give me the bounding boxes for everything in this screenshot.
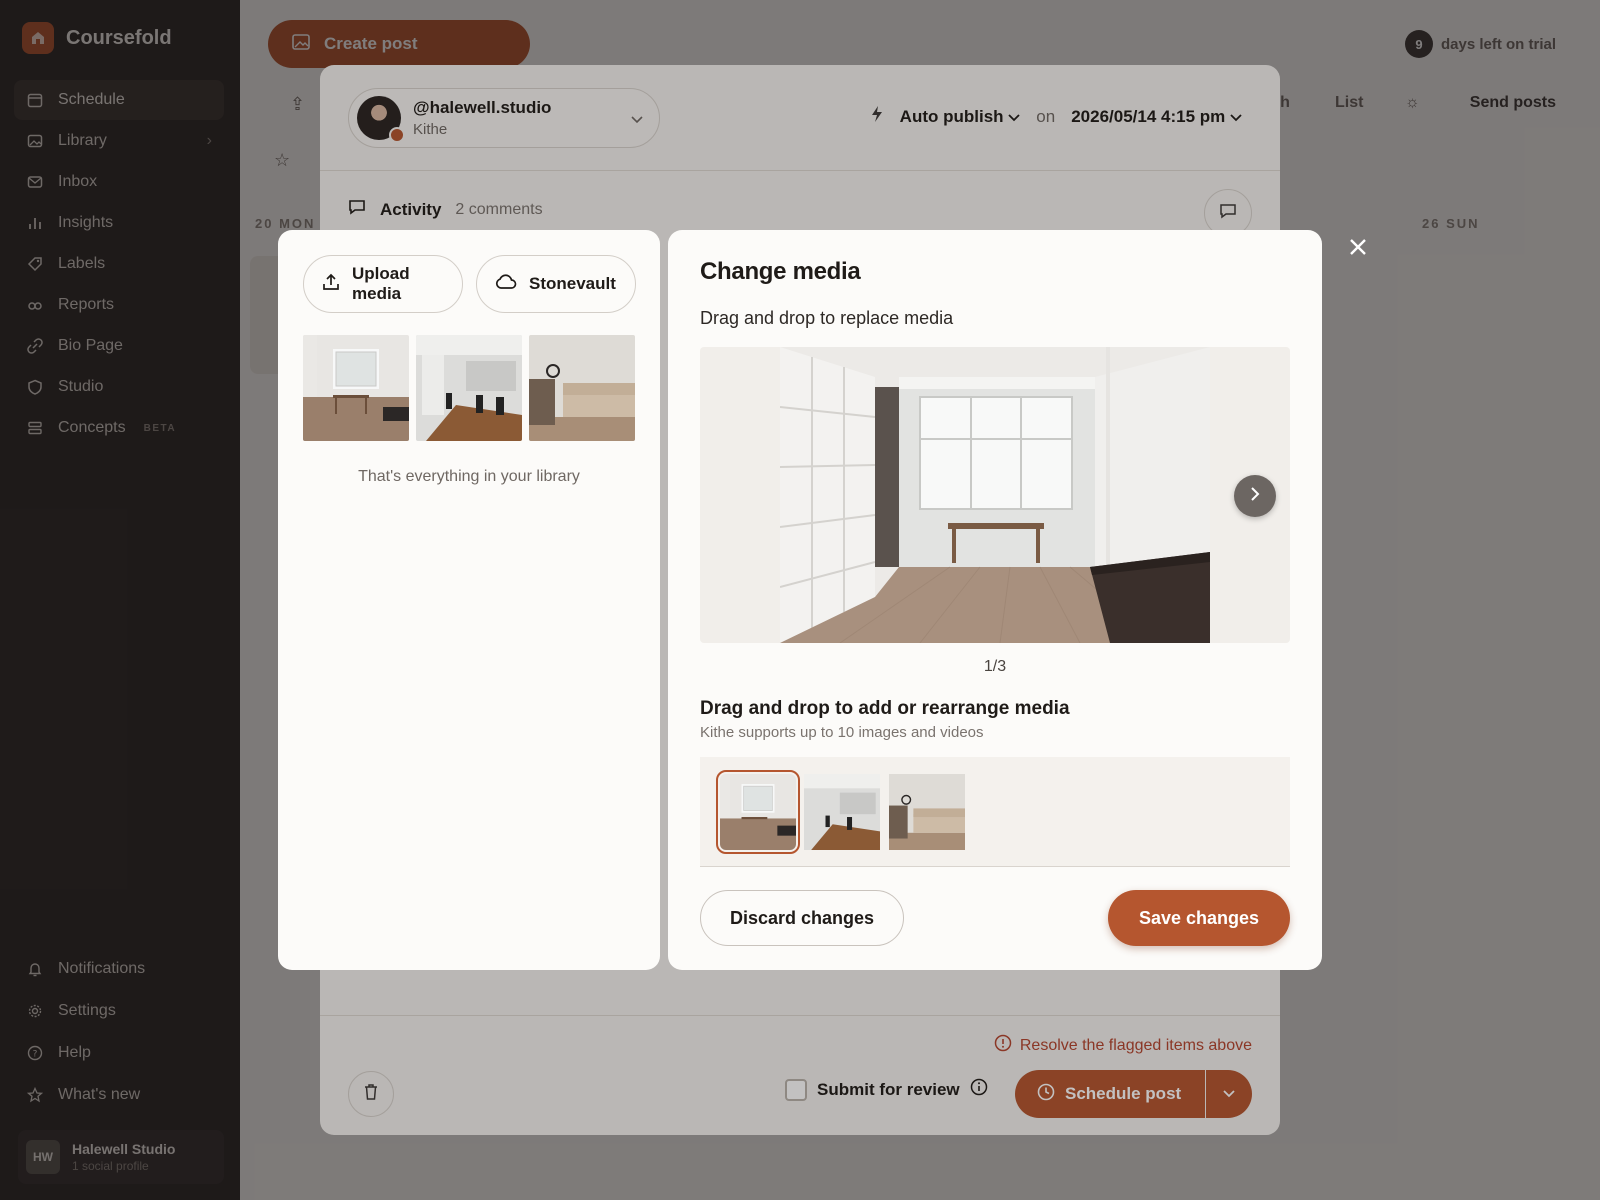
change-media-dialog: Change media Drag and drop to replace me…: [668, 230, 1322, 970]
room-photo-image: [720, 774, 796, 850]
dialog-title: Change media: [700, 258, 861, 285]
media-strip[interactable]: [700, 757, 1290, 867]
media-thumbnail[interactable]: [804, 774, 880, 850]
dining-photo-image: [804, 774, 880, 850]
next-media-button[interactable]: [1234, 475, 1276, 517]
dining-photo-image: [416, 335, 522, 441]
media-library-panel: Upload media Stonevault That's everythin…: [278, 230, 660, 970]
media-thumbnail[interactable]: [889, 774, 965, 850]
stonevault-label: Stonevault: [529, 274, 616, 293]
room-photo-image: [303, 335, 409, 441]
media-counter: 1/3: [983, 658, 1007, 675]
media-thumbnail-selected[interactable]: [716, 770, 800, 854]
reorder-title: Drag and drop to add or rearrange media: [700, 698, 1070, 719]
close-icon[interactable]: [1344, 233, 1372, 261]
library-thumbnail[interactable]: [303, 335, 409, 441]
cloud-icon: [495, 273, 517, 295]
reorder-subtitle: Kithe supports up to 10 images and video…: [700, 724, 984, 741]
stonevault-button[interactable]: Stonevault: [476, 255, 636, 313]
dialog-subtitle: Drag and drop to replace media: [700, 308, 954, 328]
sofa-photo-image: [889, 774, 965, 850]
sofa-photo-image: [529, 335, 635, 441]
save-changes-button[interactable]: Save changes: [1108, 890, 1290, 946]
library-empty-message: That's everything in your library: [358, 468, 580, 485]
discard-changes-button[interactable]: Discard changes: [700, 890, 904, 946]
library-thumbnail[interactable]: [529, 335, 635, 441]
room-photo-preview-image: [780, 347, 1210, 643]
media-preview-dropzone[interactable]: [700, 347, 1290, 643]
upload-media-button[interactable]: Upload media: [303, 255, 463, 313]
upload-media-label: Upload media: [352, 264, 410, 303]
library-thumbnail[interactable]: [416, 335, 522, 441]
chevron-right-icon: [1250, 486, 1260, 506]
upload-icon: [322, 273, 340, 296]
